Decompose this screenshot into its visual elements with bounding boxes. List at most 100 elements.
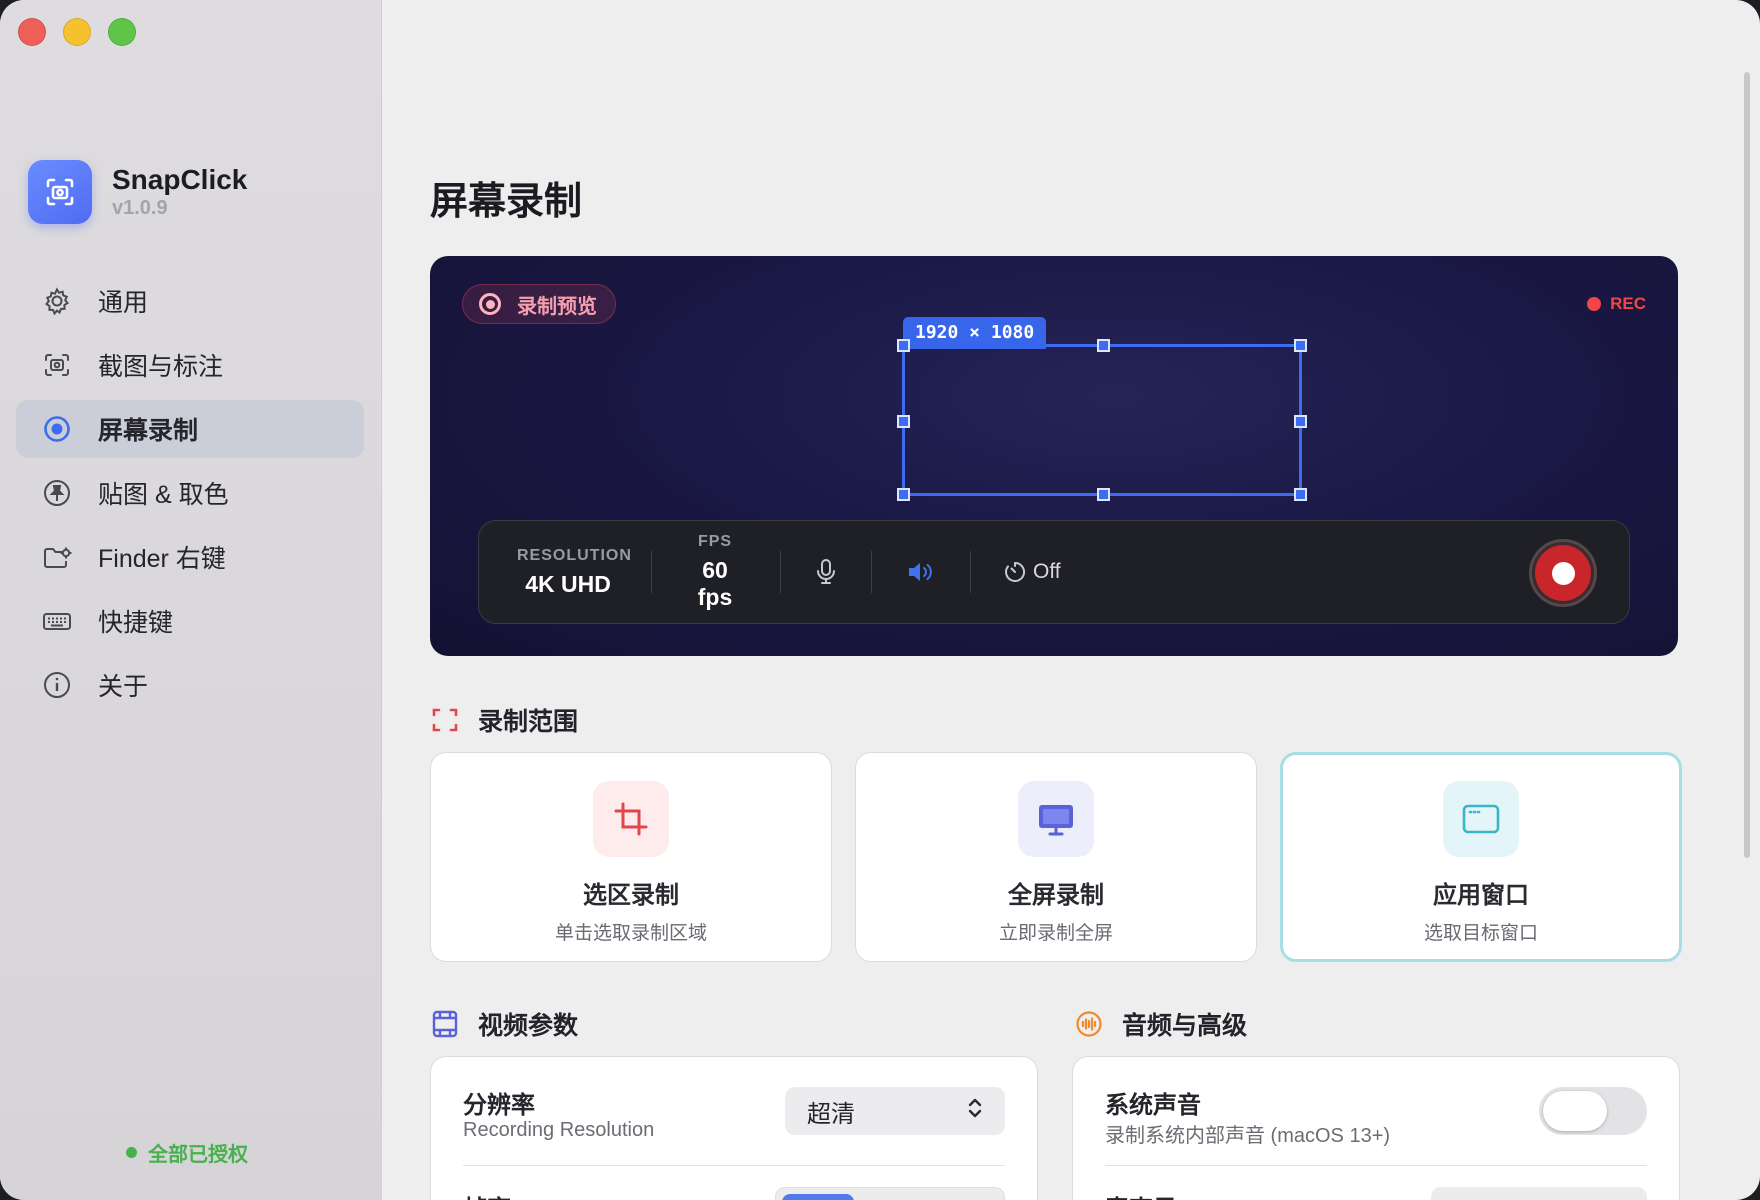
sidebar-item-label: 通用 (98, 289, 149, 317)
sidebar-item-label: 屏幕录制 (98, 417, 199, 445)
resolution-subtitle: Recording Resolution (463, 1119, 655, 1141)
resolution-select[interactable]: 超清 (785, 1087, 1005, 1135)
sidebar: SnapClick v1.0.9 通用 截图与标注 屏幕录制 贴图 & 取色 F… (0, 0, 382, 1200)
recording-control-bar: RESOLUTION 4K UHD FPS 60 fps Off (478, 520, 1630, 624)
record-icon (42, 414, 72, 444)
resize-handle-top[interactable] (1097, 339, 1110, 352)
fps-stat[interactable]: FPS 60 fps (684, 533, 746, 611)
timer-icon (1005, 561, 1026, 582)
rec-label: REC (1610, 294, 1646, 313)
divider (1105, 1165, 1647, 1166)
mode-title: 全屏录制 (1008, 882, 1104, 909)
framerate-segmented-control[interactable] (775, 1187, 1005, 1200)
microphone-select[interactable] (1431, 1187, 1647, 1200)
system-audio-subtitle: 录制系统内部声音 (macOS 13+) (1105, 1125, 1391, 1147)
toggle-knob (1543, 1091, 1607, 1131)
resolution-value: 4K UHD (525, 570, 611, 597)
pin-icon (42, 478, 72, 508)
recording-preview: 录制预览 REC 1920 × 1080 RESOLUTION 4K UHD F… (430, 256, 1678, 656)
mode-subtitle: 选取目标窗口 (1423, 923, 1538, 944)
sidebar-item-screenshot[interactable]: 截图与标注 (16, 336, 364, 394)
app-version: v1.0.9 (112, 197, 168, 219)
minimize-button[interactable] (63, 18, 91, 46)
app-brand: SnapClick v1.0.9 (28, 160, 247, 224)
audio-section-title: 音频与高级 (1074, 1006, 1247, 1042)
sidebar-nav: 通用 截图与标注 屏幕录制 贴图 & 取色 Finder 右键 快捷键 关于 (16, 272, 364, 720)
resize-handle-bottom-left[interactable] (897, 488, 910, 501)
timer-control[interactable]: Off (1003, 560, 1061, 584)
page-title: 屏幕录制 (430, 181, 583, 223)
sidebar-item-about[interactable]: 关于 (16, 656, 364, 714)
resize-handle-right[interactable] (1294, 415, 1307, 428)
divider (780, 551, 781, 593)
record-button[interactable] (1529, 539, 1597, 607)
microphone-icon[interactable] (815, 558, 837, 586)
framerate-title: 帧率 (463, 1189, 511, 1200)
resize-handle-top-left[interactable] (897, 339, 910, 352)
resize-handle-bottom-right[interactable] (1294, 488, 1307, 501)
preview-chip: 录制预览 (462, 284, 616, 324)
window-controls (18, 18, 136, 46)
mode-title: 选区录制 (583, 882, 679, 909)
sidebar-item-pin-color[interactable]: 贴图 & 取色 (16, 464, 364, 522)
mode-card-app-window[interactable]: 应用窗口 选取目标窗口 (1280, 752, 1682, 962)
app-name: SnapClick (112, 164, 248, 195)
record-indicator-icon (479, 293, 501, 315)
app-window: SnapClick v1.0.9 通用 截图与标注 屏幕录制 贴图 & 取色 F… (0, 0, 1760, 1200)
speaker-icon[interactable] (906, 559, 936, 585)
monitor-icon (1018, 781, 1094, 857)
divider (871, 551, 872, 593)
keyboard-icon (42, 606, 72, 636)
mode-subtitle: 单击选取录制区域 (554, 923, 707, 944)
timer-value: Off (1033, 560, 1061, 583)
window-icon (1443, 781, 1519, 857)
folder-gear-icon (42, 542, 72, 572)
resolution-select-value: 超清 (807, 1100, 855, 1128)
auth-status-label: 全部已授权 (148, 1144, 248, 1166)
app-logo-icon (28, 160, 92, 224)
sidebar-item-label: 贴图 & 取色 (98, 481, 229, 509)
sidebar-item-screen-recording[interactable]: 屏幕录制 (16, 400, 364, 458)
selection-box[interactable]: 1920 × 1080 (897, 317, 1307, 501)
divider (463, 1165, 1005, 1166)
system-audio-title: 系统声音 (1105, 1092, 1201, 1119)
sidebar-item-general[interactable]: 通用 (16, 272, 364, 330)
crop-icon (593, 781, 669, 857)
rec-badge: REC (1587, 294, 1646, 314)
resize-handle-top-right[interactable] (1294, 339, 1307, 352)
sidebar-item-finder[interactable]: Finder 右键 (16, 528, 364, 586)
close-button[interactable] (18, 18, 46, 46)
preview-chip-label: 录制预览 (517, 295, 597, 318)
status-dot (126, 1147, 137, 1158)
sidebar-item-label: 截图与标注 (98, 353, 224, 381)
divider (970, 551, 971, 593)
resize-handle-bottom[interactable] (1097, 488, 1110, 501)
mode-card-fullscreen[interactable]: 全屏录制 立即录制全屏 (855, 752, 1257, 962)
audio-panel: 系统声音 录制系统内部声音 (macOS 13+) 麦克风 (1072, 1056, 1680, 1200)
sidebar-item-label: Finder 右键 (98, 545, 226, 573)
video-section-title: 视频参数 (430, 1006, 578, 1042)
main-content: 屏幕录制 录制预览 REC 1920 × 1080 RESOLUTION 4K … (382, 0, 1760, 1200)
info-icon (42, 670, 72, 700)
mode-subtitle: 立即录制全屏 (998, 923, 1113, 944)
screenshot-icon (42, 350, 72, 380)
selection-size-label: 1920 × 1080 (903, 317, 1047, 349)
mode-card-region[interactable]: 选区录制 单击选取录制区域 (430, 752, 832, 962)
sidebar-item-shortcuts[interactable]: 快捷键 (16, 592, 364, 650)
microphone-title: 麦克风 (1105, 1189, 1177, 1200)
zoom-button[interactable] (108, 18, 136, 46)
sidebar-item-label: 关于 (98, 673, 149, 701)
range-section-title: 录制范围 (430, 702, 578, 738)
divider (651, 551, 652, 593)
mode-title: 应用窗口 (1433, 882, 1529, 909)
frame-corners-icon (430, 705, 460, 735)
scrollbar[interactable] (1744, 72, 1750, 858)
resolution-stat[interactable]: RESOLUTION 4K UHD (517, 547, 631, 598)
fps-key: FPS (697, 533, 733, 550)
framerate-selected-segment (782, 1194, 854, 1200)
auth-status: 全部已授权 (126, 1138, 248, 1167)
resolution-title: 分辨率 (463, 1092, 535, 1119)
resize-handle-left[interactable] (897, 415, 910, 428)
system-audio-toggle[interactable] (1539, 1087, 1647, 1135)
fps-value: 60 fps (697, 557, 733, 610)
